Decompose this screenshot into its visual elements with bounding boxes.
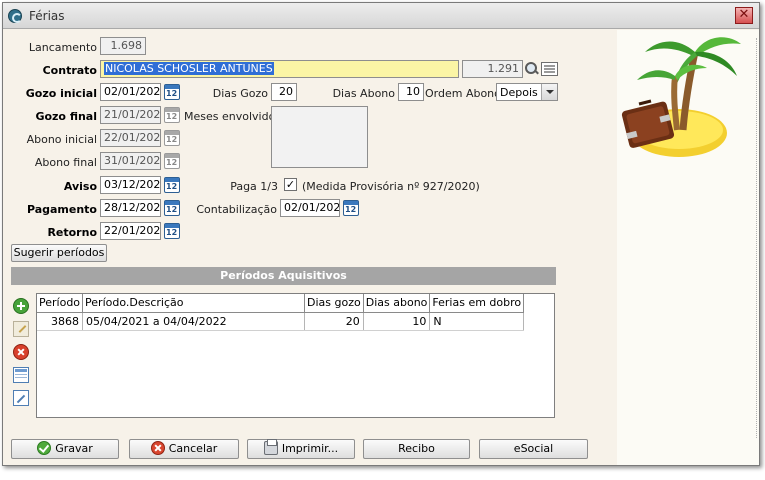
cell-dias-gozo: 20 xyxy=(304,312,364,331)
abono-inicial-field: 22/01/2023 xyxy=(100,129,161,147)
gravar-button[interactable]: Gravar xyxy=(11,439,119,459)
delete-icon[interactable] xyxy=(13,344,29,360)
medida-provisoria-note: (Medida Provisória nº 927/2020) xyxy=(302,180,480,193)
cell-dias-abono: 10 xyxy=(363,312,431,331)
app-icon xyxy=(8,9,22,23)
gozo-inicial-field[interactable]: 02/01/2023 xyxy=(100,83,161,101)
abono-inicial-label: Abono inicial xyxy=(26,133,97,146)
illustration-pane xyxy=(617,30,759,465)
contabilizacao-label: Contabilização xyxy=(196,203,277,216)
contrato-name-text: NICOLAS SCHOSLER ANTUNES xyxy=(104,62,274,75)
col-dobro-header[interactable]: Ferias em dobro xyxy=(429,294,525,313)
chevron-down-icon[interactable] xyxy=(541,84,557,100)
imprimir-label: Imprimir... xyxy=(281,442,339,455)
dias-abono-label: Dias Abono xyxy=(332,87,395,100)
resize-grip[interactable] xyxy=(756,38,759,438)
contract-card-icon[interactable] xyxy=(541,62,558,76)
dias-abono-field[interactable]: 10 xyxy=(398,83,424,101)
close-button[interactable]: ✕ xyxy=(735,7,753,24)
add-icon[interactable] xyxy=(13,298,29,314)
meses-envolvidos-list[interactable] xyxy=(271,106,368,168)
retorno-label: Retorno xyxy=(47,226,97,239)
imprimir-button[interactable]: Imprimir... xyxy=(247,439,355,459)
col-dias-gozo-header[interactable]: Dias gozo xyxy=(304,294,364,313)
gozo-final-field: 21/01/2023 xyxy=(100,106,161,124)
gozo-inicial-calendar-icon[interactable] xyxy=(164,84,180,100)
vacation-illustration xyxy=(621,37,741,157)
paga-1-3-label: Paga 1/3 xyxy=(230,180,278,193)
gozo-inicial-label: Gozo inicial xyxy=(25,87,97,100)
contabilizacao-calendar-icon[interactable] xyxy=(343,200,359,216)
col-descricao-header[interactable]: Período.Descrição xyxy=(82,294,306,313)
ordem-abono-label: Ordem Abono xyxy=(425,87,501,100)
ordem-abono-value: Depois xyxy=(500,86,538,99)
aviso-calendar-icon[interactable] xyxy=(164,177,180,193)
contrato-code-field: 1.291 xyxy=(462,60,523,78)
paga-1-3-checkbox[interactable]: ✓ xyxy=(284,178,297,191)
ordem-abono-select[interactable]: Depois xyxy=(496,83,558,101)
aviso-field[interactable]: 03/12/2022 xyxy=(100,176,161,194)
col-periodo-header[interactable]: Período xyxy=(37,294,84,313)
abono-final-field: 31/01/2023 xyxy=(100,152,161,170)
dias-gozo-label: Dias Gozo xyxy=(212,87,268,100)
dias-gozo-field[interactable]: 20 xyxy=(271,83,297,101)
pagamento-label: Pagamento xyxy=(26,203,97,216)
printer-icon xyxy=(263,439,278,455)
contrato-name-field[interactable]: NICOLAS SCHOSLER ANTUNES xyxy=(100,60,459,78)
cell-dobro: N xyxy=(429,312,525,331)
document-icon[interactable] xyxy=(13,390,29,406)
contrato-label: Contrato xyxy=(42,64,97,77)
retorno-calendar-icon[interactable] xyxy=(164,223,180,239)
sugerir-periodos-button[interactable]: Sugerir períodos xyxy=(11,244,107,262)
window-title: Férias xyxy=(29,9,65,23)
cancelar-button[interactable]: Cancelar xyxy=(129,439,239,459)
check-icon xyxy=(37,441,52,455)
table-header-row: Período Período.Descrição Dias gozo Dias… xyxy=(37,294,525,313)
retorno-field[interactable]: 22/01/2023 xyxy=(100,222,161,240)
cell-descricao: 05/04/2021 a 04/04/2022 xyxy=(82,312,306,331)
abono-final-calendar-icon xyxy=(164,153,180,169)
cancelar-label: Cancelar xyxy=(168,442,218,455)
gozo-final-calendar-icon xyxy=(164,107,180,123)
periodos-grid[interactable]: Período Período.Descrição Dias gozo Dias… xyxy=(36,293,555,418)
search-icon[interactable] xyxy=(524,61,540,77)
table-row[interactable]: 3868 05/04/2021 a 04/04/2022 20 10 N xyxy=(37,312,525,331)
gozo-final-label: Gozo final xyxy=(35,110,97,123)
cancel-icon xyxy=(150,441,165,455)
aviso-label: Aviso xyxy=(63,180,97,193)
periodos-aquisitivos-header: Períodos Aquisitivos xyxy=(11,267,556,285)
ferias-window: Férias ✕ Lancamento 1.698 Contrato NICOL… xyxy=(2,2,760,466)
lancamento-label: Lancamento xyxy=(28,41,97,54)
lancamento-field: 1.698 xyxy=(100,37,146,55)
contabilizacao-field[interactable]: 02/01/2023 xyxy=(280,199,340,217)
grid-icon[interactable] xyxy=(13,367,29,383)
abono-inicial-calendar-icon xyxy=(164,130,180,146)
gravar-label: Gravar xyxy=(55,442,93,455)
form-area: Lancamento 1.698 Contrato NICOLAS SCHOSL… xyxy=(3,30,759,465)
col-dias-abono-header[interactable]: Dias abono xyxy=(363,294,431,313)
meses-envolvidos-label: Meses envolvidos xyxy=(184,110,282,123)
title-bar[interactable]: Férias ✕ xyxy=(3,3,759,29)
abono-final-label: Abono final xyxy=(34,156,97,169)
cell-periodo: 3868 xyxy=(37,312,84,331)
edit-icon[interactable] xyxy=(13,321,29,337)
pagamento-field[interactable]: 28/12/2022 xyxy=(100,199,161,217)
periodos-table: Período Período.Descrição Dias gozo Dias… xyxy=(37,294,525,331)
recibo-button[interactable]: Recibo xyxy=(363,439,470,459)
esocial-button[interactable]: eSocial xyxy=(479,439,588,459)
pagamento-calendar-icon[interactable] xyxy=(164,200,180,216)
